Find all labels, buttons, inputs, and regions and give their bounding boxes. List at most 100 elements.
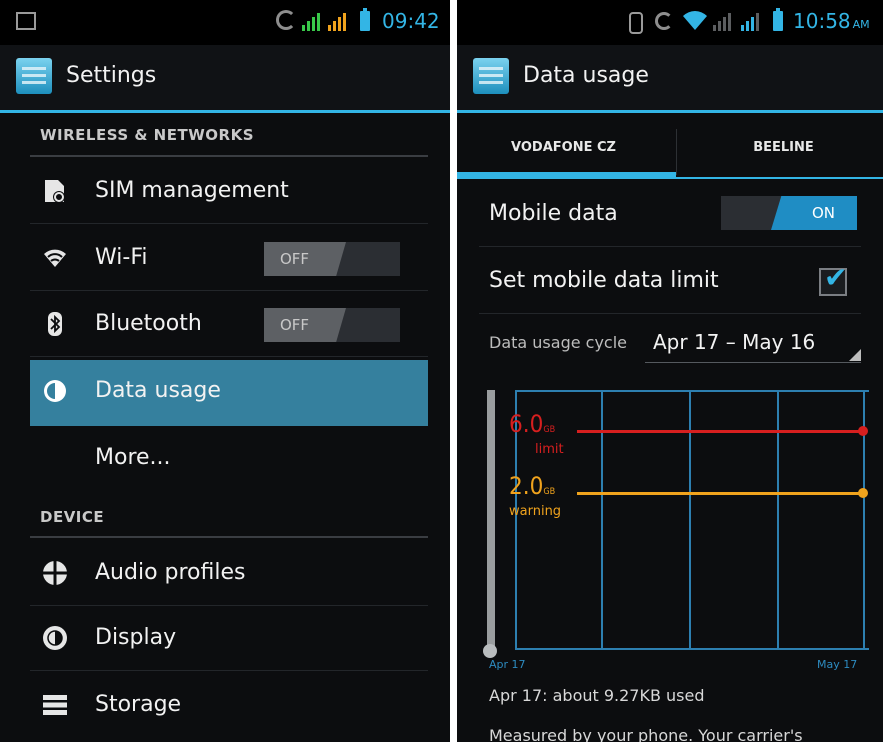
sweep-handle-knob[interactable]: [483, 644, 497, 658]
list-item-storage[interactable]: Storage: [30, 674, 428, 738]
tab-separator: [676, 129, 677, 175]
section-divider: [30, 155, 428, 157]
row-divider: [479, 246, 861, 247]
tab-underline: [676, 177, 883, 179]
cycle-start-sweep-handle[interactable]: [487, 390, 495, 652]
graph-top-border: [515, 390, 869, 392]
measured-note: Measured by your phone. Your carrier's: [489, 726, 803, 742]
limit-line[interactable]: [577, 430, 861, 433]
sync-icon: [655, 12, 673, 30]
signal-roaming-icon: [328, 13, 346, 31]
graph-end-date: May 17: [817, 658, 858, 671]
list-item-data-usage[interactable]: Data usage: [30, 360, 428, 426]
row-divider: [30, 290, 428, 291]
limit-label: limit: [535, 442, 564, 457]
list-item-more[interactable]: More...: [30, 427, 428, 491]
cycle-select-underline: [645, 362, 861, 363]
warning-value-number: 2.0: [509, 472, 544, 500]
warning-value: 2.0GB: [509, 472, 555, 500]
bluetooth-icon: [48, 312, 62, 336]
data-usage-icon: [44, 380, 66, 402]
limit-value-number: 6.0: [509, 410, 544, 438]
list-item-label: Wi-Fi: [95, 245, 148, 270]
list-item-label: Audio profiles: [95, 560, 246, 585]
set-data-limit-checkbox[interactable]: ✔: [819, 264, 847, 296]
wifi-toggle[interactable]: OFF: [264, 242, 400, 276]
warning-line[interactable]: [577, 492, 861, 495]
status-time: 09:42: [382, 9, 440, 33]
data-usage-cycle-select[interactable]: Apr 17 – May 16: [653, 330, 815, 354]
row-divider: [30, 670, 428, 671]
row-divider: [479, 313, 861, 314]
toggle-state: OFF: [280, 316, 310, 334]
graph-bottom-border: [515, 648, 869, 650]
tab-selected-indicator: [457, 172, 676, 179]
mobile-data-label: Mobile data: [489, 201, 618, 226]
list-item-label: Bluetooth: [95, 311, 202, 336]
section-divider: [30, 536, 428, 538]
status-bar: 09:42: [0, 0, 450, 45]
limit-value: 6.0GB: [509, 410, 555, 438]
list-item-label: Storage: [95, 692, 182, 717]
row-divider: [30, 223, 428, 224]
list-item-label: More...: [95, 445, 171, 470]
limit-value-unit: GB: [543, 425, 556, 435]
list-item-label: Data usage: [95, 378, 221, 403]
data-usage-graph: 6.0GB limit 2.0GB warning: [483, 390, 869, 658]
signal-icon-2: [741, 13, 759, 31]
list-item-label: SIM management: [95, 178, 289, 203]
limit-handle[interactable]: [858, 426, 868, 436]
settings-app-icon[interactable]: [16, 58, 52, 94]
page-title: Settings: [66, 63, 157, 88]
row-divider: [30, 356, 428, 357]
set-data-limit-label: Set mobile data limit: [489, 268, 719, 293]
status-time-value: 10:58: [793, 9, 851, 33]
list-item-wifi[interactable]: Wi-Fi OFF: [30, 227, 428, 291]
usage-summary: Apr 17: about 9.27KB used: [489, 686, 705, 705]
wifi-icon: [44, 249, 66, 267]
data-usage-screen: 10:58 AM Data usage VODAFONE CZ BEELINE M…: [457, 0, 883, 742]
wifi-status-icon: [683, 11, 707, 30]
data-usage-cycle-label: Data usage cycle: [489, 333, 628, 352]
signal-icon: [302, 13, 320, 31]
list-item-display[interactable]: Display: [30, 607, 428, 671]
action-bar: Settings: [0, 45, 450, 113]
audio-profiles-icon: [42, 560, 68, 586]
bluetooth-toggle[interactable]: OFF: [264, 308, 400, 342]
list-item-sim-management[interactable]: SIM management: [30, 160, 428, 224]
toggle-state: ON: [811, 204, 835, 222]
page-title: Data usage: [523, 63, 649, 88]
settings-screen: 09:42 Settings WIRELESS & NETWORKS SIM m…: [0, 0, 450, 742]
action-bar: Data usage: [457, 45, 883, 113]
battery-icon: [773, 8, 783, 31]
list-item-bluetooth[interactable]: Bluetooth OFF: [30, 293, 428, 357]
warning-value-unit: GB: [543, 487, 556, 497]
section-header-device: DEVICE: [40, 508, 105, 526]
graph-grid-line: [689, 390, 691, 650]
signal-icon: [713, 13, 731, 31]
screenshot-icon: [16, 12, 36, 30]
status-bar: 10:58 AM: [457, 0, 883, 45]
mobile-data-toggle[interactable]: ON: [721, 196, 857, 230]
dropdown-corner-icon: [849, 349, 861, 361]
sim-card-icon: [45, 180, 65, 203]
list-item-label: Display: [95, 625, 177, 650]
row-divider: [30, 605, 428, 606]
graph-start-date: Apr 17: [489, 658, 526, 671]
storage-icon: [43, 695, 67, 715]
sync-icon: [276, 10, 296, 30]
tab-beeline[interactable]: BEELINE: [677, 129, 883, 179]
checkmark-icon: ✔: [824, 261, 848, 294]
battery-icon: [360, 8, 370, 31]
settings-app-icon[interactable]: [473, 58, 509, 94]
status-time-ampm: AM: [852, 18, 870, 31]
list-item-audio-profiles[interactable]: Audio profiles: [30, 542, 428, 606]
section-header-wireless: WIRELESS & NETWORKS: [40, 126, 254, 144]
graph-grid-line: [601, 390, 603, 650]
warning-label: warning: [509, 504, 562, 519]
display-brightness-icon: [43, 626, 67, 650]
status-time: 10:58 AM: [793, 9, 870, 33]
graph-grid-line: [777, 390, 779, 650]
bluetooth-status-icon: [629, 12, 643, 34]
warning-handle[interactable]: [858, 488, 868, 498]
